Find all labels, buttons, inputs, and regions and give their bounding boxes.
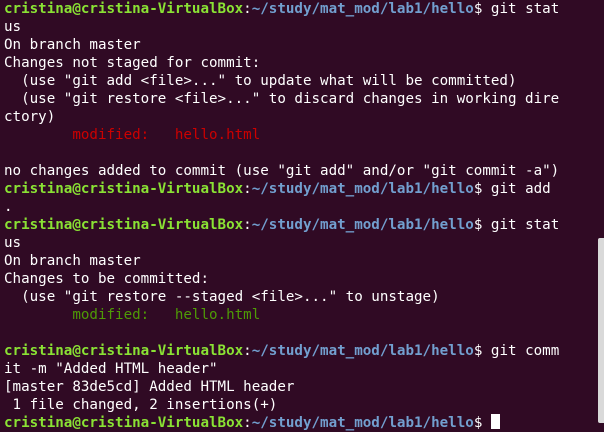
staged-file-line: modified: hello.html (4, 306, 594, 324)
prompt-user-host: cristina@cristina-VirtualBox (4, 217, 244, 233)
prompt-line: cristina@cristina-VirtualBox:~/study/mat… (4, 342, 594, 360)
output-line: [master 83de5cd] Added HTML header (4, 379, 295, 395)
staged-file-status: modified: hello.html (72, 307, 261, 323)
output-line: Changes not staged for commit: (4, 55, 261, 71)
prompt-dollar: $ (473, 343, 491, 359)
prompt-line: cristina@cristina-VirtualBox:~/study/mat… (4, 216, 594, 234)
terminal-output[interactable]: cristina@cristina-VirtualBox:~/study/mat… (4, 0, 594, 432)
output-line: (use "git restore --staged <file>..." to… (4, 289, 440, 305)
prompt-colon: : (243, 217, 252, 233)
prompt-dollar: $ (473, 217, 491, 233)
output-line: it -m "Added HTML header" (4, 361, 218, 377)
output-line: (use "git add <file>..." to update what … (4, 73, 517, 89)
block-cursor-icon (490, 414, 500, 429)
scrollbar[interactable] (598, 0, 604, 423)
command-text: git add (490, 181, 551, 197)
prompt-user-host: cristina@cristina-VirtualBox (4, 415, 244, 431)
prompt-colon: : (243, 181, 252, 197)
prompt-dollar: $ (473, 415, 491, 431)
prompt-colon: : (243, 415, 252, 431)
output-line: no changes added to commit (use "git add… (4, 163, 560, 179)
output-line: us (4, 235, 22, 251)
prompt-user-host: cristina@cristina-VirtualBox (4, 343, 244, 359)
prompt-colon: : (243, 1, 252, 17)
prompt-dollar: $ (473, 181, 491, 197)
output-line: . (4, 199, 13, 215)
prompt-path: ~/study/mat_mod/lab1/hello (251, 1, 474, 17)
unstaged-file-status: modified: hello.html (72, 127, 261, 143)
command-text: git stat (490, 1, 560, 17)
prompt-path: ~/study/mat_mod/lab1/hello (251, 217, 474, 233)
active-prompt-line[interactable]: cristina@cristina-VirtualBox:~/study/mat… (4, 414, 594, 432)
output-line: Changes to be committed: (4, 271, 209, 287)
prompt-user-host: cristina@cristina-VirtualBox (4, 181, 244, 197)
prompt-colon: : (243, 343, 252, 359)
prompt-dollar: $ (473, 1, 491, 17)
prompt-line: cristina@cristina-VirtualBox:~/study/mat… (4, 0, 594, 18)
command-text: git stat (490, 217, 560, 233)
output-line: us (4, 19, 22, 35)
output-line: 1 file changed, 2 insertions(+) (4, 397, 278, 413)
output-line: On branch master (4, 253, 141, 269)
scrollbar-thumb[interactable] (598, 238, 604, 423)
output-line: ctory) (4, 109, 56, 125)
prompt-path: ~/study/mat_mod/lab1/hello (251, 415, 474, 431)
unstaged-file-line: modified: hello.html (4, 126, 594, 144)
prompt-user-host: cristina@cristina-VirtualBox (4, 1, 244, 17)
output-line: On branch master (4, 37, 141, 53)
command-text: git comm (490, 343, 560, 359)
prompt-path: ~/study/mat_mod/lab1/hello (251, 181, 474, 197)
prompt-path: ~/study/mat_mod/lab1/hello (251, 343, 474, 359)
prompt-line: cristina@cristina-VirtualBox:~/study/mat… (4, 180, 594, 198)
output-line: (use "git restore <file>..." to discard … (4, 91, 560, 107)
